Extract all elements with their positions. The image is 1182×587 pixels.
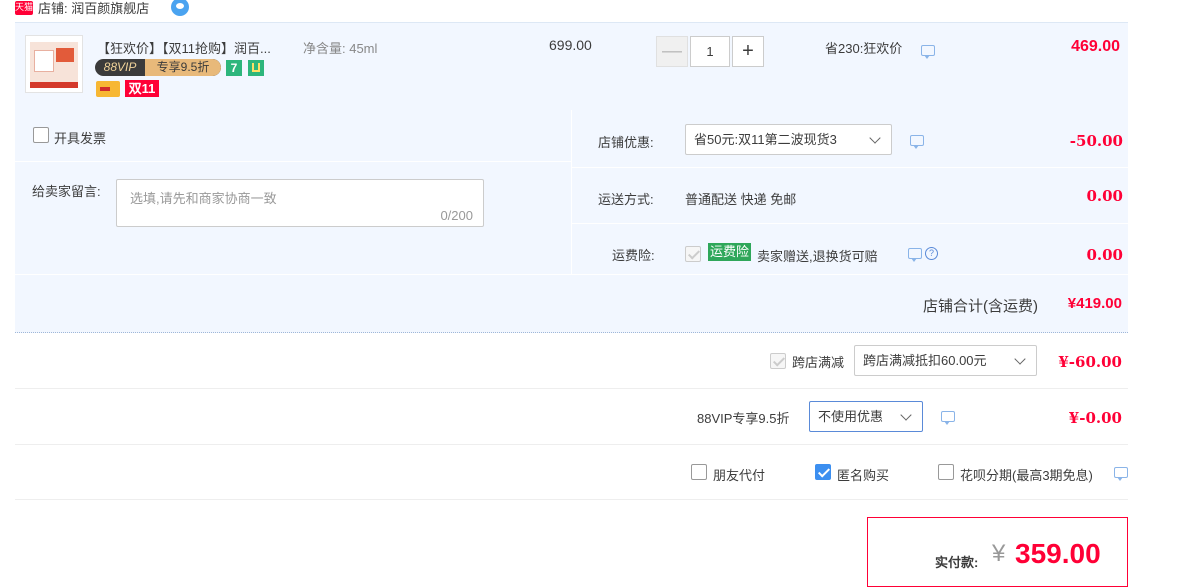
invoice-label: 开具发票: [54, 131, 107, 146]
discount-info-icon[interactable]: [910, 135, 924, 149]
shipping-method: 普通配送 快递 免邮: [685, 192, 797, 207]
unit-price: 699.00: [549, 37, 592, 53]
message-char-counter: 0/200: [440, 208, 473, 223]
item-subtotal: 469.00: [1071, 38, 1120, 55]
invoice-checkbox[interactable]: [33, 127, 49, 143]
divider: [15, 274, 1128, 275]
vip-discount-select[interactable]: 不使用优惠: [809, 401, 923, 432]
vip-discount-value: 不使用优惠: [818, 409, 884, 424]
divider: [572, 223, 1129, 224]
message-placeholder: 选填,请先和商家协商一致: [130, 191, 277, 206]
chevron-down-icon: [1014, 353, 1026, 365]
anonymous-checkbox[interactable]: [815, 464, 831, 480]
cross-store-select[interactable]: 跨店满减抵扣60.00元: [854, 345, 1037, 376]
payment-amount: 359.00: [1015, 538, 1101, 569]
insurance-text: 卖家赠送,退换货可赔: [757, 249, 878, 264]
quantity-input[interactable]: 1: [690, 36, 730, 67]
store-discount-amount: -50.00: [1069, 132, 1123, 150]
anonymous-label: 匿名购买: [837, 468, 890, 483]
vip-badge-value: 专享9.5折: [145, 59, 221, 76]
friend-pay-label: 朋友代付: [713, 468, 766, 483]
cart-item-row: 【狂欢价】【双11抢购】润百... 净含量: 45ml 88VIP 专享9.5折…: [15, 22, 1128, 110]
payment-label: 实付款:: [935, 555, 979, 570]
shipping-amount: 0.00: [1086, 187, 1123, 205]
chevron-down-icon: [900, 409, 912, 421]
chevron-down-icon: [869, 132, 881, 144]
seller-message-textarea[interactable]: 选填,请先和商家协商一致 0/200: [116, 179, 484, 227]
message-label: 给卖家留言:: [32, 184, 101, 199]
divider: [15, 161, 571, 162]
insurance-checkbox[interactable]: [685, 246, 701, 262]
cross-store-label: 跨店满减: [792, 355, 845, 370]
right-options: 店铺优惠: 省50元:双11第二波现货3 -50.00 运送方式: 普通配送 快…: [571, 110, 1129, 274]
vip-discount-amount: ¥-0.00: [1068, 409, 1122, 427]
vip-badge-label: 88VIP: [103, 60, 137, 74]
installment-checkbox[interactable]: [938, 464, 954, 480]
product-title-link[interactable]: 【狂欢价】【双11抢购】润百...: [97, 38, 271, 57]
cross-store-checkbox[interactable]: [770, 353, 786, 369]
store-discount-value: 省50元:双11第二波现货3: [694, 132, 837, 147]
cross-store-value: 跨店满减抵扣60.00元: [863, 353, 987, 368]
item-promotion: 省230:狂欢价: [825, 41, 903, 56]
store-total-label: 店铺合计(含运费): [923, 298, 1038, 315]
help-icon[interactable]: ?: [925, 247, 938, 260]
divider: [15, 499, 1128, 500]
product-sku: 净含量: 45ml: [303, 41, 378, 56]
guarantee-icon: [248, 60, 264, 76]
divider: [15, 388, 1128, 389]
vip-discount-label: 88VIP专享9.5折: [697, 411, 790, 426]
installment-label: 花呗分期(最高3期免息): [960, 468, 1093, 483]
shop-header: 天猫 店铺: 润百颜旗舰店: [15, 0, 1128, 20]
shop-name-link[interactable]: 店铺: 润百颜旗舰店: [38, 0, 149, 17]
double11-badge: 双11: [125, 80, 159, 97]
quantity-increase-button[interactable]: +: [732, 36, 764, 67]
payment-summary-box: 实付款: ¥ 359.00: [867, 517, 1128, 587]
cross-store-amount: ¥-60.00: [1058, 353, 1122, 371]
installment-info-icon[interactable]: [1114, 467, 1128, 481]
insurance-label: 运费险:: [612, 248, 655, 263]
credit-card-icon: [96, 81, 120, 97]
divider: [572, 167, 1129, 168]
promo-info-icon[interactable]: [921, 45, 935, 59]
order-options-panel: 开具发票 给卖家留言: 选填,请先和商家协商一致 0/200 店铺优惠: 省50…: [15, 110, 1129, 333]
tmall-logo-icon: 天猫: [15, 1, 34, 15]
chat-seller-icon[interactable]: [171, 0, 189, 16]
quantity-decrease-button[interactable]: —: [656, 36, 688, 67]
insurance-amount: 0.00: [1086, 246, 1123, 264]
store-discount-label: 店铺优惠:: [598, 135, 654, 150]
left-options: 开具发票 给卖家留言: 选填,请先和商家协商一致 0/200: [15, 110, 571, 274]
payment-currency: ¥: [992, 540, 1006, 567]
product-thumbnail[interactable]: [25, 35, 83, 93]
store-discount-select[interactable]: 省50元:双11第二波现货3: [685, 124, 892, 155]
store-total-value: ¥419.00: [1067, 295, 1122, 312]
seven-day-return-icon: 7: [226, 60, 242, 76]
insurance-info-icon[interactable]: [908, 248, 922, 262]
insurance-badge: 运费险: [708, 243, 752, 261]
vip-info-icon[interactable]: [941, 411, 955, 425]
shipping-label: 运送方式:: [598, 192, 654, 207]
divider: [15, 444, 1128, 445]
vip-discount-badge: 88VIP 专享9.5折: [95, 59, 221, 76]
friend-pay-checkbox[interactable]: [691, 464, 707, 480]
